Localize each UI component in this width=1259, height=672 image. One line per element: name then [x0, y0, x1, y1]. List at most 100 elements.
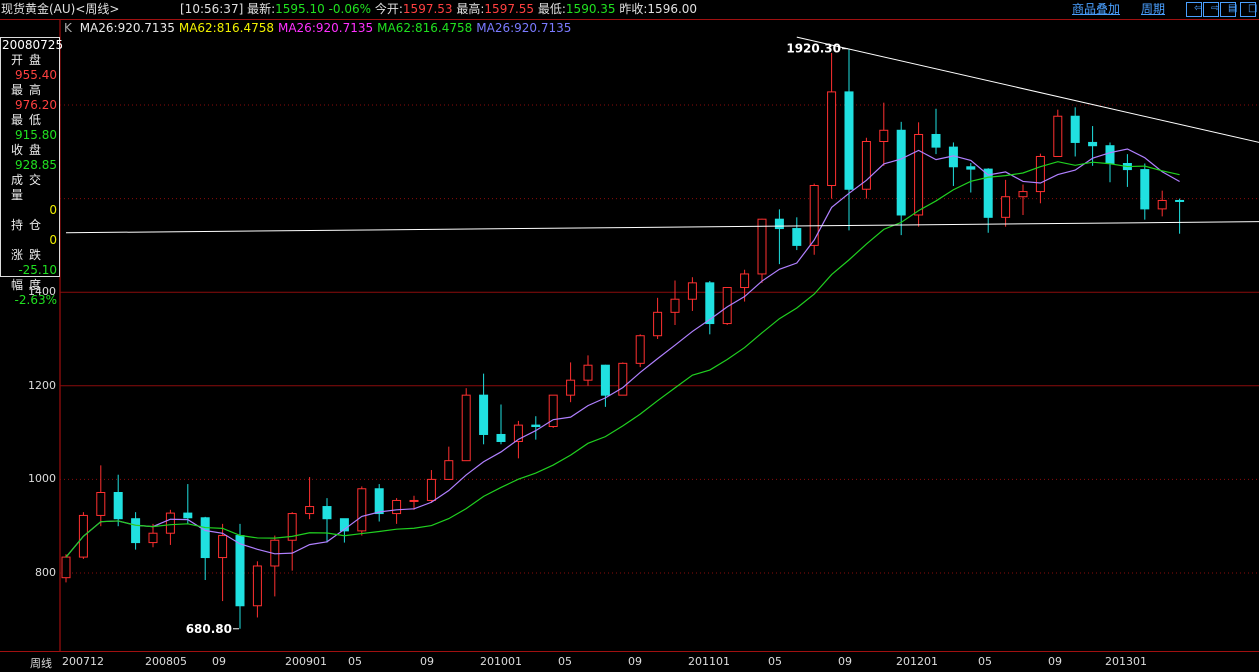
candle-body: [566, 379, 576, 396]
candle-body: [252, 565, 262, 607]
period-label: 周线: [30, 657, 52, 670]
info-value: 955.40: [15, 68, 57, 82]
candle-body: [479, 394, 489, 435]
candle-body: [183, 512, 193, 519]
candle-body: [1140, 169, 1150, 210]
candle-body: [600, 364, 610, 396]
candle-body: [357, 488, 367, 532]
candle-body: [774, 218, 784, 230]
candle-body: [409, 499, 419, 502]
price-annotation: 680.80: [186, 622, 232, 636]
candle-body: [113, 492, 123, 520]
candle-body: [61, 556, 71, 579]
candle-body: [635, 335, 645, 364]
candle-body: [931, 133, 941, 148]
x-tick-label: 09: [838, 655, 852, 668]
candle-body: [305, 506, 315, 515]
candle-body: [426, 478, 436, 501]
candle-body: [914, 133, 924, 216]
candle-body: [131, 518, 141, 544]
candle-body: [896, 129, 906, 216]
ma-legend-item: MA26:920.7135: [79, 21, 175, 35]
ma26-line: [65, 148, 1180, 558]
info-label: 开盘: [11, 53, 48, 67]
x-tick-label: 200805: [145, 655, 187, 668]
x-tick-label: 05: [348, 655, 362, 668]
trendline: [65, 221, 1259, 234]
candle-body: [1018, 191, 1028, 198]
x-tick-label: 05: [768, 655, 782, 668]
y-tick-label: 1400: [28, 285, 56, 299]
candle-body: [1001, 196, 1011, 218]
info-label: 最高: [11, 83, 48, 97]
candle-body: [966, 166, 976, 170]
k-label: K: [64, 21, 72, 35]
x-tick-label: 09: [1048, 655, 1062, 668]
candle-body: [583, 364, 593, 381]
candle-body: [148, 532, 158, 544]
info-value: 928.85: [15, 158, 57, 172]
ma-legend-item: MA26:920.7135: [476, 21, 572, 35]
candle-body: [235, 535, 245, 607]
info-label: 收盘: [11, 143, 48, 157]
info-label: 持仓: [11, 218, 48, 232]
candle-body: [827, 91, 837, 186]
candle-body: [200, 517, 210, 559]
price-annotation: 1920.30: [786, 42, 841, 56]
ma-legend: K MA26:920.7135 MA62:816.4758 MA26:920.713…: [64, 21, 575, 35]
y-tick-label: 800: [35, 566, 56, 579]
candle-body: [218, 535, 228, 559]
x-tick-label: 201201: [896, 655, 938, 668]
candle-body: [670, 298, 680, 313]
y-tick-label: 1200: [28, 378, 56, 392]
ma-legend-item: MA62:816.4758: [377, 21, 473, 35]
candle-body: [1053, 115, 1063, 157]
x-tick-label: 05: [558, 655, 572, 668]
candle-body: [322, 506, 332, 520]
x-tick-label: 201001: [480, 655, 522, 668]
candle-body: [653, 311, 663, 337]
candle-body: [165, 512, 175, 534]
candle-body: [531, 424, 541, 428]
candle-body: [879, 129, 889, 143]
x-tick-label: 201301: [1105, 655, 1147, 668]
candle-body: [757, 218, 767, 275]
candle-body: [618, 362, 628, 396]
info-value: -25.10: [18, 263, 57, 277]
x-tick-label: 05: [978, 655, 992, 668]
ma-legend-item: MA62:816.4758: [178, 21, 274, 35]
x-tick-label: 09: [420, 655, 434, 668]
y-tick-label: 1000: [28, 472, 56, 486]
x-tick-label: 09: [212, 655, 226, 668]
info-value: 976.20: [15, 98, 57, 112]
candle-body: [374, 488, 384, 515]
x-tick-label: 09: [628, 655, 642, 668]
info-value: 0: [49, 203, 57, 217]
info-label: 涨跌: [11, 248, 48, 262]
candle-body: [983, 168, 993, 218]
candle-body: [1035, 155, 1045, 193]
candle-body: [1070, 115, 1080, 143]
candle-body: [444, 460, 454, 480]
candle-body: [1105, 145, 1115, 165]
x-tick-label: 200712: [62, 655, 104, 668]
info-label: 成交量: [11, 173, 48, 202]
candle-body: [844, 91, 854, 190]
candle-body: [496, 433, 506, 442]
candle-body: [461, 394, 471, 462]
ma62-line: [65, 161, 1180, 558]
info-value: 0: [49, 233, 57, 247]
x-tick-label: 200901: [285, 655, 327, 668]
candle-body: [740, 273, 750, 289]
info-panel: 20080725 开盘 955.40 最高 976.20 最低 915.80 收盘 928.8…: [0, 37, 64, 307]
info-date: 20080725: [1, 38, 64, 53]
x-tick-label: 201101: [688, 655, 730, 668]
candlestick-chart[interactable]: 1920.30 680.80: [0, 0, 1259, 671]
candle-body: [96, 492, 106, 516]
info-value: 915.80: [15, 128, 57, 142]
info-label: 最低: [11, 113, 48, 127]
x-axis: 周线 200712 200805 09 200901 05 09 201001 05 09 201…: [0, 651, 1259, 672]
candle-body: [809, 184, 819, 246]
candle-body: [1175, 199, 1185, 202]
candle-body: [392, 499, 402, 515]
